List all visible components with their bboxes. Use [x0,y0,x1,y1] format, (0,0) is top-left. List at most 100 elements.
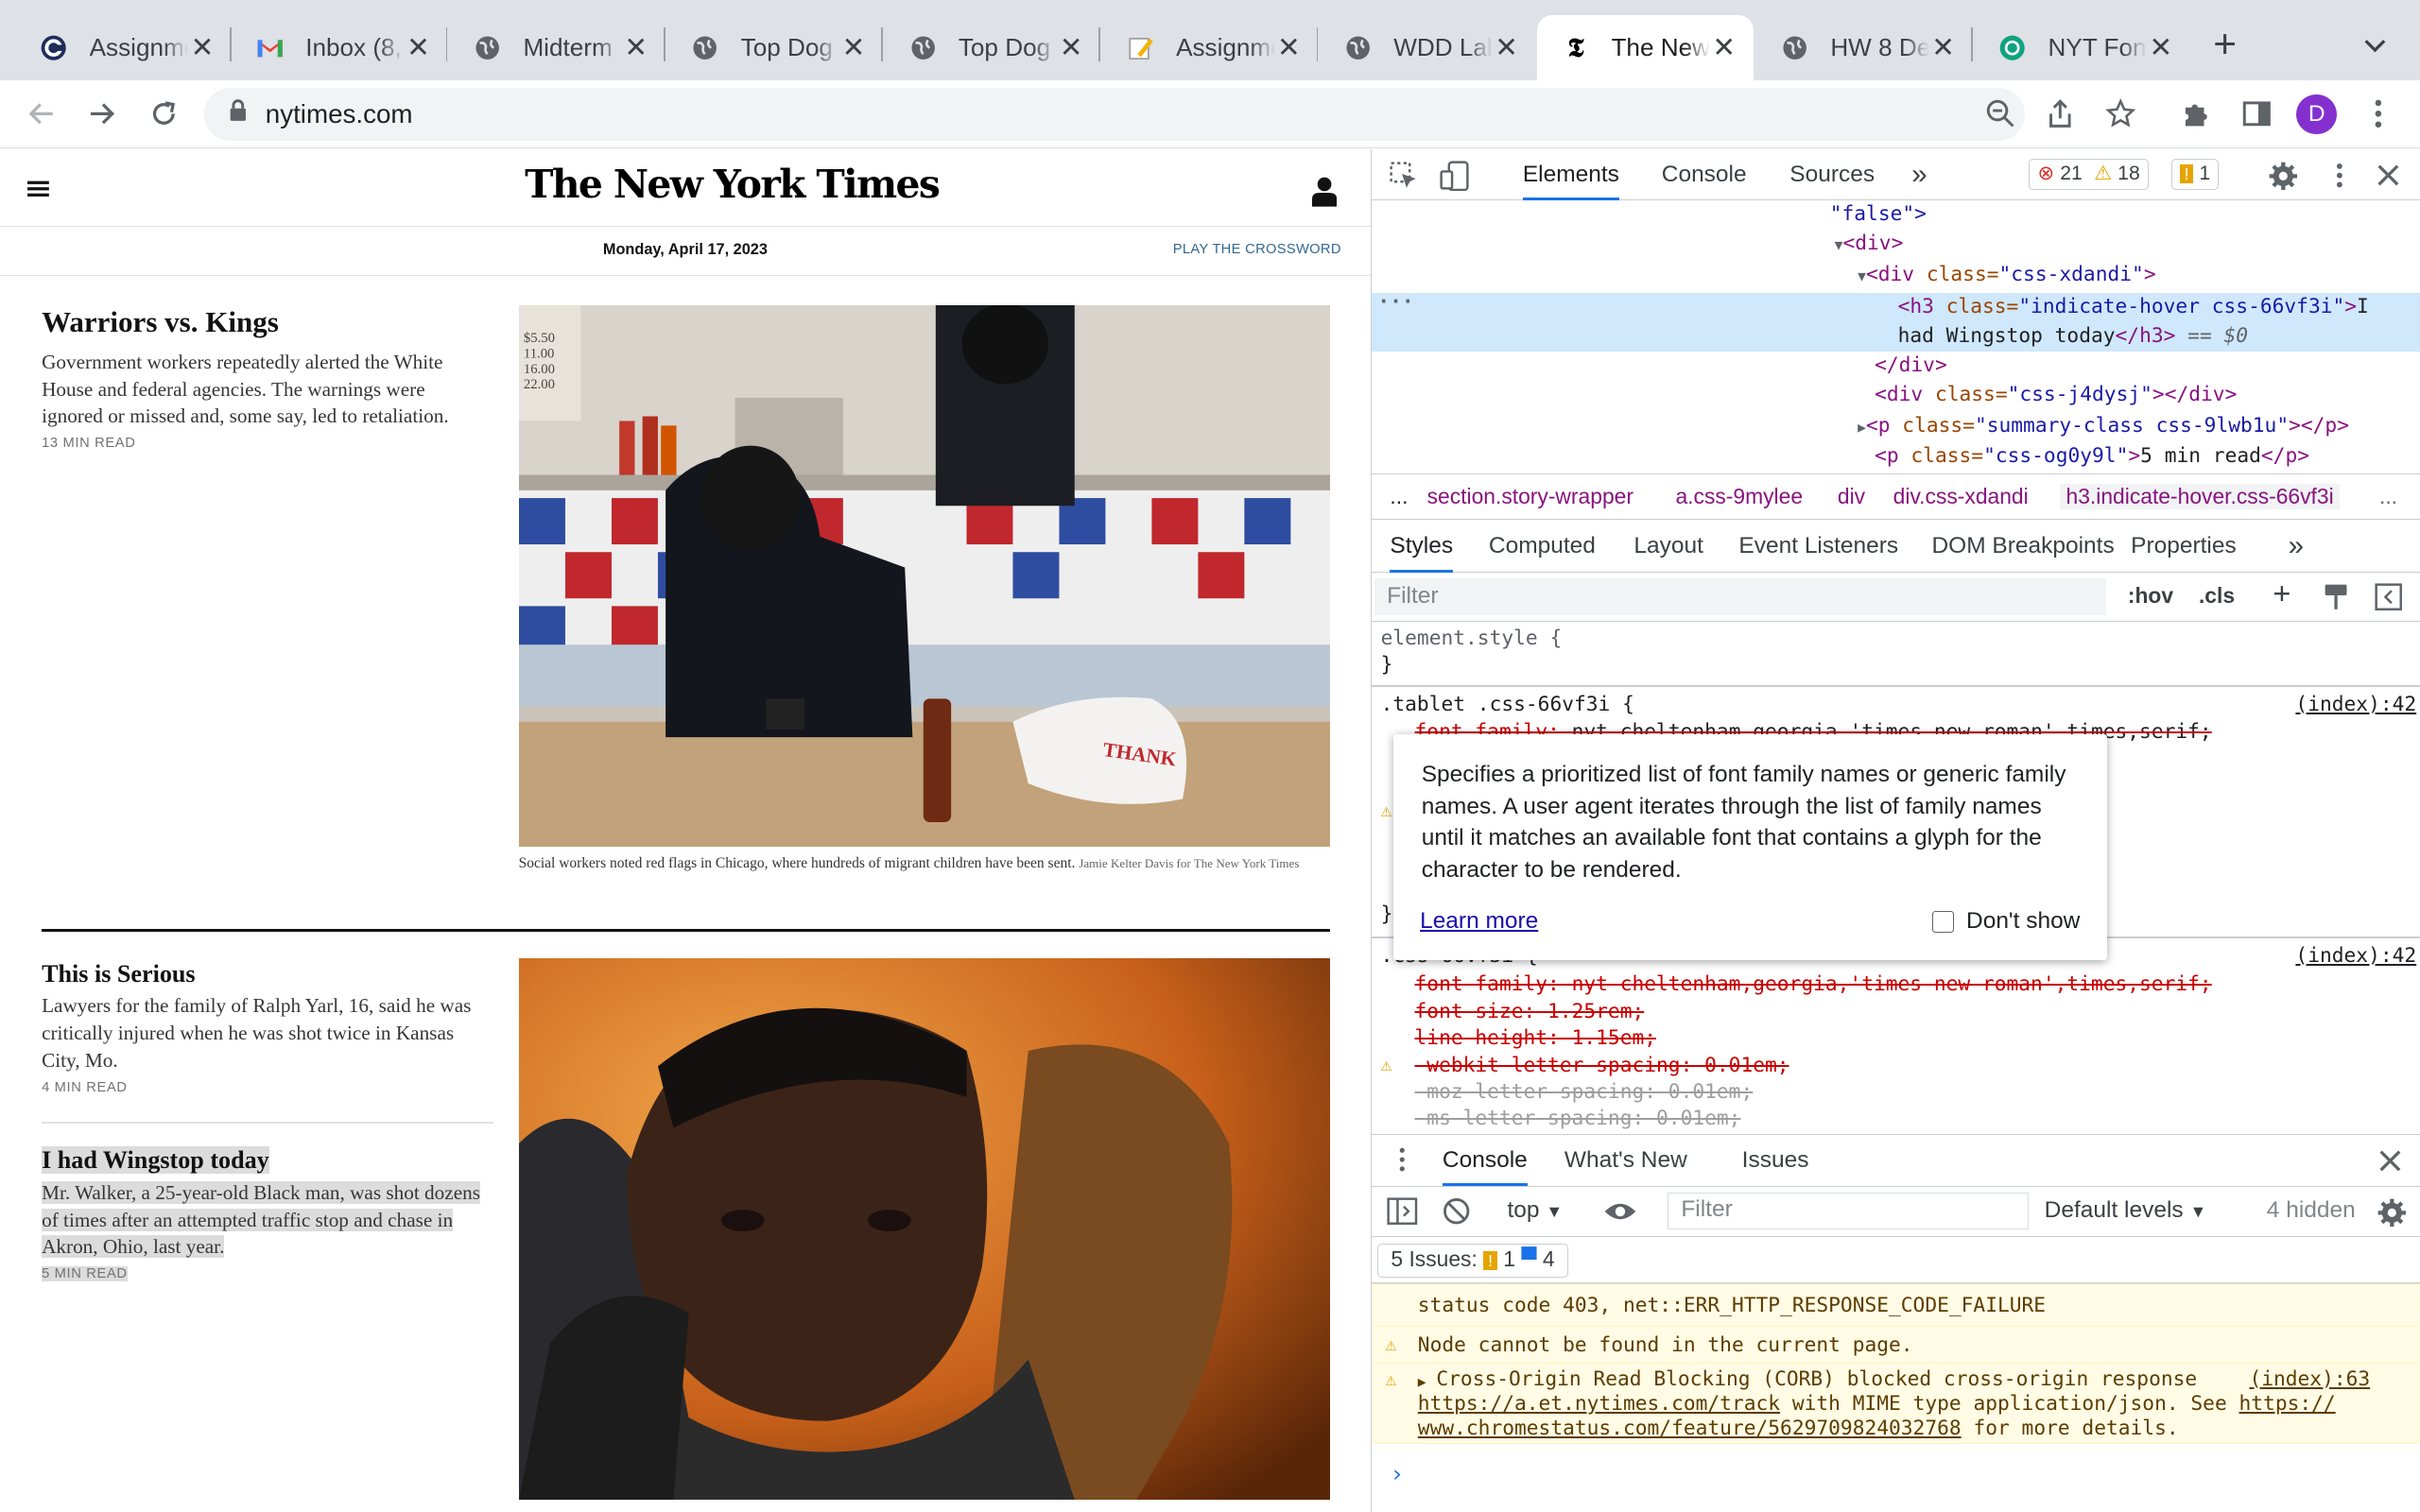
profile-avatar[interactable]: D [2296,94,2337,135]
tab-sources[interactable]: Sources [1789,149,1875,200]
breadcrumb-item[interactable]: ... [2379,484,2397,509]
hov-toggle[interactable]: :hov [2128,583,2173,609]
tab-the-new-york-times[interactable]: 𝕿 The New ✕ [1537,15,1754,80]
extensions-puzzle-icon[interactable] [2178,95,2215,132]
dom-line[interactable]: ▼<div class="css-xdandi"> [1858,263,2155,286]
kebab-menu-icon[interactable] [2360,95,2396,132]
new-tab-plus-icon[interactable]: + [2213,24,2237,64]
lock-icon[interactable] [229,99,248,129]
checkbox-icon[interactable] [1932,910,1954,933]
zoom-icon[interactable] [1981,95,2018,132]
story-photo-diner[interactable]: $5.50 11.00 16.00 22.00 THANK [518,305,1331,848]
close-icon[interactable]: ✕ [405,31,432,64]
tab-event-listeners[interactable]: Event Listeners [1738,520,1898,573]
close-icon[interactable]: ✕ [1057,31,1084,64]
dom-line[interactable]: ▶<p class="summary-class css-9lwb1u"></p… [1858,414,2349,438]
console-prompt-chevron-icon[interactable]: › [1390,1460,1404,1487]
story-warriors-vs-kings[interactable]: Warriors vs. Kings Government workers re… [42,305,451,451]
rule-selector[interactable]: .tablet .css-66vf3i { [1381,693,1634,716]
tab-top-dog-1[interactable]: Top Dog ✕ [666,15,883,80]
chevron-down-icon[interactable] [2364,31,2386,60]
device-toolbar-icon[interactable] [1440,161,1471,198]
tab-assignments[interactable]: Assignme ✕ [15,15,232,80]
more-tabs-chevron-icon[interactable]: » [1911,149,1927,200]
console-message[interactable]: status code 403, net::ERR_HTTP_RESPONSE_… [1371,1283,2420,1328]
tab-elements[interactable]: Elements [1522,149,1619,201]
rule-source-link[interactable]: (index):42 [2295,693,2416,716]
tab-computed[interactable]: Computed [1489,520,1596,573]
learn-more-link[interactable]: Learn more [1420,905,1538,936]
style-property[interactable]: -ms-letter-spacing: 0.01em; [1415,1107,1741,1130]
close-devtools-icon[interactable] [2377,163,2399,193]
dom-line[interactable]: "false"> [1830,202,1927,226]
devtools-kebab-icon[interactable] [2335,162,2344,196]
dom-line[interactable]: had Wingstop today</h3> == $0 [1898,324,2248,348]
close-icon[interactable]: ✕ [622,31,649,64]
show-sidebar-icon[interactable] [1387,1197,1418,1231]
close-icon[interactable]: ✕ [188,31,216,64]
drawer-kebab-icon[interactable] [1399,1147,1406,1178]
collapse-triangle-icon[interactable]: ▶ [1858,420,1866,436]
toggle-sidebar-icon[interactable] [2375,583,2403,617]
close-icon[interactable]: ✕ [1493,31,1520,64]
breadcrumb-item[interactable]: section.story-wrapper [1427,484,1634,509]
style-property[interactable]: font-family: nyt-cheltenham,georgia,'tim… [1415,972,2212,996]
tab-top-dog-2[interactable]: Top Dog ✕ [885,15,1101,80]
new-style-rule-plus-icon[interactable]: + [2273,576,2290,611]
expand-triangle-icon[interactable]: ▼ [1858,268,1866,284]
rule-source-link[interactable]: (index):42 [2295,944,2416,968]
account-user-icon[interactable] [1311,176,1337,214]
style-property[interactable]: line-height: 1.15em; [1415,1026,1657,1050]
element-style-selector[interactable]: element.style { [1381,627,1563,650]
story-headline[interactable]: This is Serious [42,960,497,988]
paint-brush-icon[interactable] [2324,583,2348,617]
dom-line[interactable]: ▼<div> [1835,232,1904,255]
clear-console-icon[interactable] [1443,1197,1470,1231]
console-message[interactable]: ⚠ ▶ Cross-Origin Read Blocking (CORB) bl… [1371,1364,2420,1445]
tab-wdd-lab[interactable]: WDD Lab ✕ [1320,15,1536,80]
cls-toggle[interactable]: .cls [2199,583,2235,609]
dom-line[interactable]: <div class="css-j4dysj"></div> [1875,383,2237,406]
tab-dom-breakpoints[interactable]: DOM Breakpoints [1931,520,2114,573]
tab-properties[interactable]: Properties [2131,520,2237,573]
dom-line[interactable]: </div> [1875,353,1947,377]
tab-inbox[interactable]: Inbox (8, ✕ [232,15,448,80]
story-this-is-serious[interactable]: This is Serious Lawyers for the family o… [42,960,497,1095]
story-headline[interactable]: Warriors vs. Kings [42,305,451,339]
reload-icon[interactable] [145,95,182,132]
nyt-masthead-logo[interactable]: The New York Times [525,162,941,207]
tab-midterm[interactable]: Midterm ✕ [449,15,666,80]
style-property[interactable]: font-size: 1.25rem; [1415,1000,1645,1023]
close-icon[interactable]: ✕ [1929,31,1957,64]
forward-arrow-icon[interactable] [83,95,120,132]
console-filter-input[interactable]: Filter [1668,1193,2030,1230]
settings-gear-icon[interactable] [2268,161,2299,198]
more-subtabs-chevron-icon[interactable]: » [2289,520,2304,573]
close-drawer-icon[interactable] [2379,1149,2401,1178]
dom-line[interactable]: <p class="css-og0y9l">5 min read</p> [1875,444,2309,468]
tab-layout[interactable]: Layout [1634,520,1703,573]
side-panel-icon[interactable] [2238,95,2274,132]
context-selector[interactable]: top ▼ [1508,1197,1564,1224]
close-icon[interactable]: ✕ [1275,31,1303,64]
styles-filter-input[interactable]: Filter [1374,578,2106,616]
close-icon[interactable]: ✕ [1710,31,1737,64]
close-icon[interactable]: ✕ [2147,31,2174,64]
tab-nyt-font[interactable]: NYT Fon ✕ [1974,15,2190,80]
live-expression-eye-icon[interactable] [1603,1199,1637,1230]
style-property[interactable]: -moz-letter-spacing: 0.01em; [1415,1080,1754,1104]
message-link[interactable]: www.chromestatus.com/feature/56297098240… [1418,1417,1962,1440]
style-property[interactable]: -webkit-letter-spacing: 0.01em; [1415,1054,1789,1077]
breadcrumb-item[interactable]: div [1838,484,1865,509]
breadcrumb-item[interactable]: div.css-xdandi [1893,484,2029,509]
breadcrumb-item[interactable]: a.css-9mylee [1675,484,1803,509]
story-headline[interactable]: I had Wingstop today [42,1146,269,1175]
share-icon[interactable] [2042,95,2079,132]
breadcrumb-item-selected[interactable]: h3.indicate-hover.css-66vf3i [2060,484,2341,509]
drawer-tab-console[interactable]: Console [1442,1135,1528,1186]
breadcrumb-item[interactable]: ... [1390,484,1408,509]
tab-styles[interactable]: Styles [1390,520,1454,573]
story-i-had-wingstop-today[interactable]: I had Wingstop today Mr. Walker, a 25-ye… [42,1146,497,1282]
address-bar[interactable]: nytimes.com [203,88,2026,141]
dom-line-selected-h3[interactable]: <h3 class="indicate-hover css-66vf3i">I [1898,295,2369,318]
